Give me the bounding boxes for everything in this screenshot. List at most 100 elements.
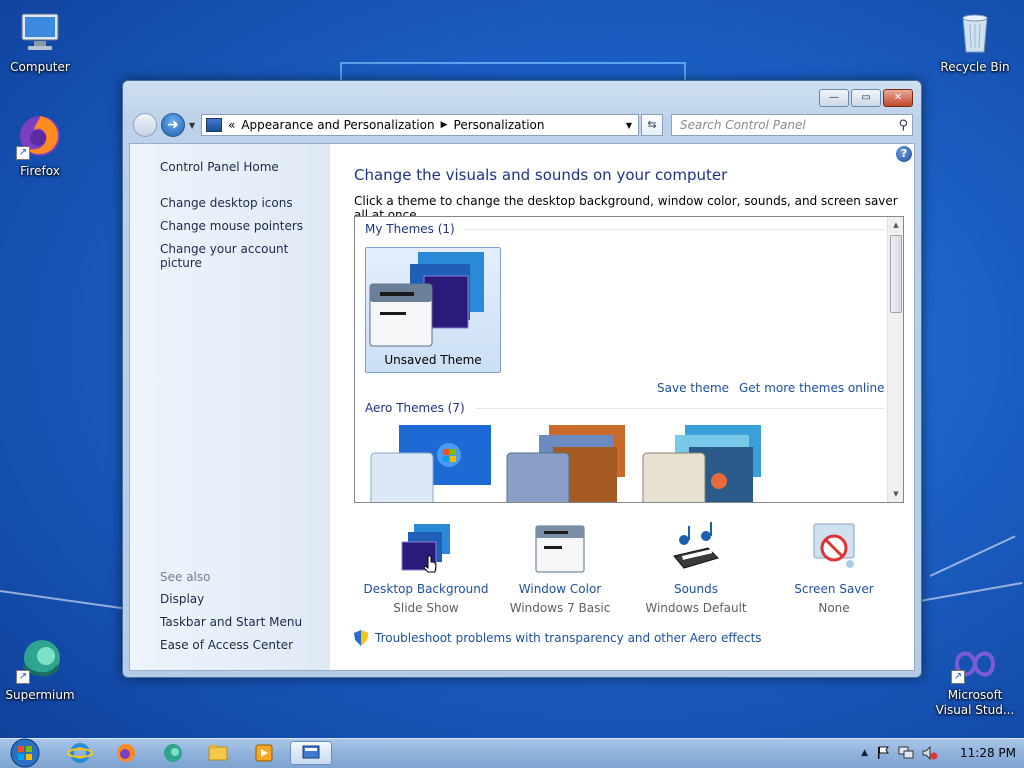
content-area: Control Panel Home Change desktop icons … xyxy=(129,143,915,671)
screen-saver-setting[interactable]: Screen Saver None xyxy=(764,522,904,615)
screen-saver-icon xyxy=(806,522,862,576)
desktop-icon-computer[interactable]: Computer xyxy=(0,8,80,75)
sounds-title[interactable]: Sounds xyxy=(626,582,766,596)
system-tray: ▲ 11:28 PM xyxy=(861,738,1016,768)
address-bar[interactable]: « Appearance and Personalization ▶ Perso… xyxy=(201,114,639,136)
supermium-icon xyxy=(164,744,182,762)
window-color-title[interactable]: Window Color xyxy=(490,582,630,596)
aero-theme-architecture[interactable] xyxy=(505,425,635,502)
breadcrumb-appearance[interactable]: Appearance and Personalization xyxy=(241,118,434,132)
change-mouse-pointers-link[interactable]: Change mouse pointers xyxy=(160,219,303,233)
uac-shield-icon xyxy=(354,630,368,646)
sounds-setting[interactable]: Sounds Windows Default xyxy=(626,522,766,615)
recycle-bin-icon xyxy=(951,8,999,56)
my-themes-header: My Themes (1) xyxy=(365,222,885,236)
troubleshoot-link[interactable]: Troubleshoot problems with transparency … xyxy=(354,630,762,646)
save-theme-link[interactable]: Save theme xyxy=(657,381,729,395)
screen-saver-value: None xyxy=(818,601,850,615)
desktop-icon-visual-studio[interactable]: ↗ Microsoft Visual Stud... xyxy=(935,644,1015,718)
change-account-picture-link[interactable]: Change your account picture xyxy=(160,242,330,270)
taskbar-control-panel[interactable] xyxy=(290,741,332,765)
taskbar-firefox[interactable] xyxy=(108,741,144,765)
troubleshoot-label[interactable]: Troubleshoot problems with transparency … xyxy=(375,631,762,645)
shortcut-arrow-icon: ↗ xyxy=(16,670,30,684)
close-button[interactable]: ✕ xyxy=(883,89,913,107)
my-themes-header-label: My Themes (1) xyxy=(365,222,455,236)
theme-preview-image xyxy=(642,425,761,502)
theme-preview-image xyxy=(370,425,491,502)
windows-logo-icon xyxy=(10,738,40,768)
theme-list-scrollbar[interactable]: ▲ ▼ xyxy=(887,217,903,502)
scroll-down-icon[interactable]: ▼ xyxy=(888,486,903,502)
taskbar-media-player[interactable] xyxy=(246,741,282,765)
internet-explorer-icon xyxy=(67,743,93,763)
recent-pages-dropdown[interactable]: ▼ xyxy=(189,121,195,130)
help-icon[interactable]: ? xyxy=(896,146,912,162)
window-color-setting[interactable]: Window Color Windows 7 Basic xyxy=(490,522,630,615)
sounds-value: Windows Default xyxy=(645,601,747,615)
maximize-button[interactable]: ▭ xyxy=(851,89,881,107)
get-more-themes-link[interactable]: Get more themes online xyxy=(739,381,885,395)
folder-icon xyxy=(208,745,228,761)
screen-saver-title[interactable]: Screen Saver xyxy=(764,582,904,596)
forward-button[interactable]: ➜ xyxy=(161,113,185,137)
theme-list[interactable]: My Themes (1) Unsaved Theme Save theme G… xyxy=(354,216,904,503)
control-panel-icon xyxy=(302,745,320,759)
aero-themes-header-label: Aero Themes (7) xyxy=(365,401,465,415)
back-button[interactable] xyxy=(133,113,157,137)
taskbar-explorer[interactable] xyxy=(200,741,236,765)
shortcut-arrow-icon: ↗ xyxy=(951,670,965,684)
scroll-up-icon[interactable]: ▲ xyxy=(888,217,903,233)
scroll-thumb[interactable] xyxy=(890,235,902,313)
desktop-background-title[interactable]: Desktop Background xyxy=(356,582,496,596)
desktop-icon-label: Supermium xyxy=(5,688,75,702)
theme-name: Unsaved Theme xyxy=(384,353,482,367)
network-icon[interactable] xyxy=(898,746,914,760)
aero-theme-windows7[interactable] xyxy=(369,425,499,502)
computer-icon xyxy=(16,8,64,56)
wallpaper-light-streak xyxy=(929,535,1016,577)
taskbar-clock[interactable]: 11:28 PM xyxy=(960,746,1016,760)
theme-preview-image xyxy=(369,252,484,347)
address-dropdown-icon[interactable]: ▼ xyxy=(626,121,632,130)
group-divider xyxy=(474,407,885,409)
change-desktop-icons-link[interactable]: Change desktop icons xyxy=(160,196,293,210)
minimize-button[interactable]: — xyxy=(819,89,849,107)
show-hidden-icons-icon[interactable]: ▲ xyxy=(861,748,868,758)
wallpaper-light-streak xyxy=(919,581,1023,602)
refresh-button[interactable]: ⇆ xyxy=(641,114,663,136)
desktop-background-setting[interactable]: Desktop Background Slide Show xyxy=(356,522,496,615)
window-controls: — ▭ ✕ xyxy=(819,89,913,107)
unsaved-theme-tile[interactable]: Unsaved Theme xyxy=(365,247,501,373)
action-center-flag-icon[interactable] xyxy=(876,746,890,760)
breadcrumb-personalization[interactable]: Personalization xyxy=(454,118,545,132)
control-panel-icon xyxy=(206,118,222,132)
desktop-icon-label: Computer xyxy=(10,60,70,74)
desktop-icon-firefox[interactable]: ↗ Firefox xyxy=(0,112,80,179)
taskbar-start-menu-link[interactable]: Taskbar and Start Menu xyxy=(160,615,302,629)
aero-theme-characters[interactable] xyxy=(641,425,771,502)
wallpaper-grid xyxy=(340,62,686,82)
desktop-icon-recycle-bin[interactable]: Recycle Bin xyxy=(935,8,1015,75)
desktop-icon-supermium[interactable]: ↗ Supermium xyxy=(0,636,80,703)
ease-of-access-link[interactable]: Ease of Access Center xyxy=(160,638,293,652)
taskbar-internet-explorer[interactable] xyxy=(62,741,98,765)
personalization-window: — ▭ ✕ ➜ ▼ « Appearance and Personalizati… xyxy=(122,80,922,678)
breadcrumb-overflow[interactable]: « xyxy=(228,118,235,132)
breadcrumb-separator-icon[interactable]: ▶ xyxy=(441,120,448,130)
taskbar-supermium[interactable] xyxy=(155,741,191,765)
display-link[interactable]: Display xyxy=(160,592,204,606)
mouse-cursor-icon xyxy=(424,555,437,573)
start-button[interactable] xyxy=(6,738,44,768)
volume-muted-icon[interactable] xyxy=(922,746,938,760)
shortcut-arrow-icon: ↗ xyxy=(16,146,30,160)
desktop-icon-label: Microsoft Visual Stud... xyxy=(935,688,1015,717)
task-pane: Control Panel Home Change desktop icons … xyxy=(130,144,330,670)
window-color-icon xyxy=(532,522,588,576)
wallpaper-light-streak xyxy=(0,590,139,612)
search-icon[interactable]: ⚲ xyxy=(898,116,908,136)
control-panel-home-link[interactable]: Control Panel Home xyxy=(160,160,279,174)
search-input[interactable]: Search Control Panel ⚲ xyxy=(671,114,913,136)
see-also-header: See also xyxy=(160,570,211,584)
desktop-background-value: Slide Show xyxy=(393,601,459,615)
